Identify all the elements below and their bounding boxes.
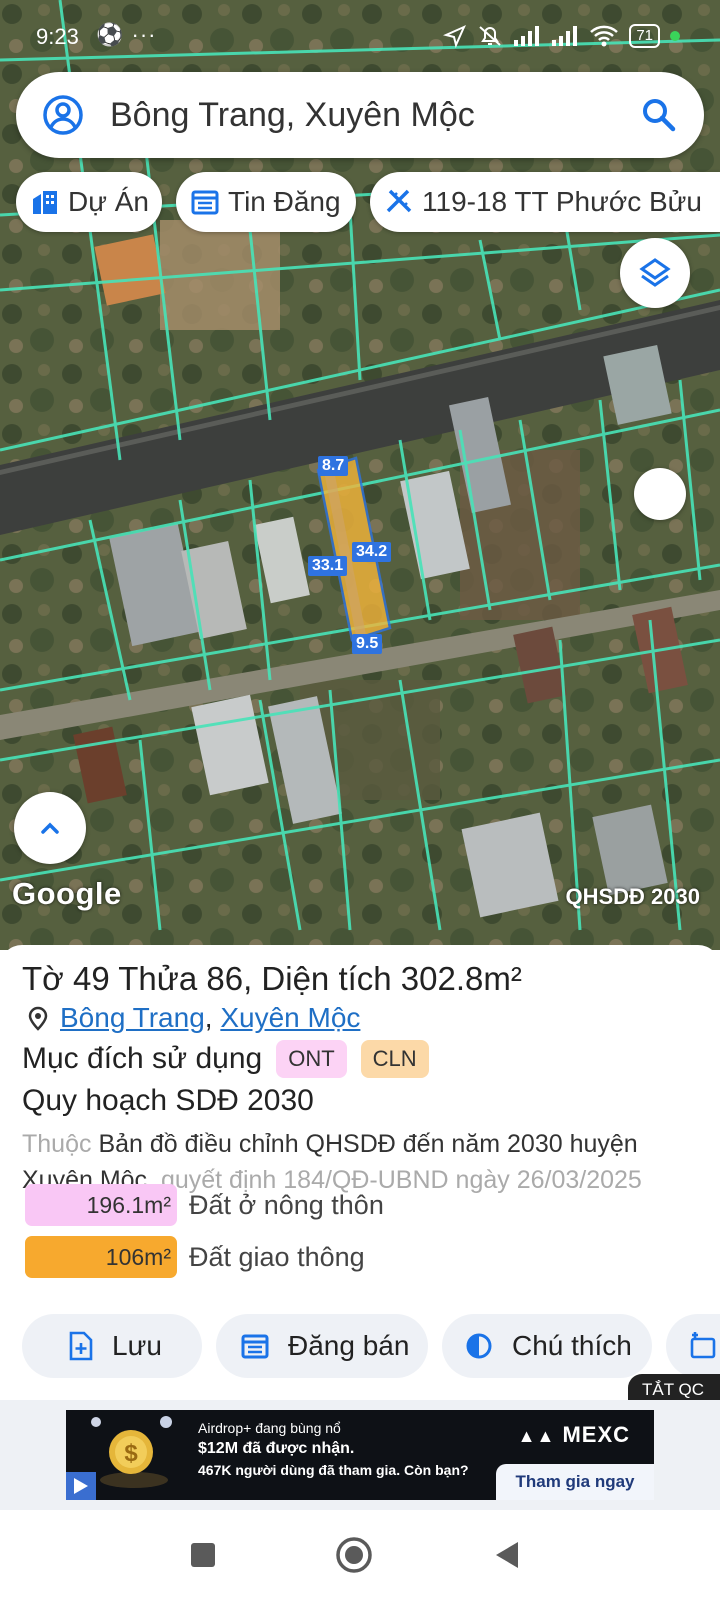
back-icon[interactable] <box>492 1539 522 1571</box>
chip-label: 119-18 TT Phước Bửu <box>422 186 702 217</box>
status-icons: 71 <box>443 24 680 48</box>
chip-quy-hoach[interactable]: 119-18 TT Phước Bửu <box>370 172 720 232</box>
file-plus-icon <box>69 1331 93 1361</box>
location-link-district[interactable]: Xuyên Mộc <box>220 1002 360 1034</box>
svg-text:$: $ <box>124 1440 138 1467</box>
system-nav-bar <box>0 1510 720 1600</box>
chip-label: Dự Án <box>68 186 149 217</box>
recents-icon[interactable] <box>188 1540 218 1570</box>
chip-du-an[interactable]: Dự Án <box>16 172 162 232</box>
search-icon[interactable] <box>640 96 678 134</box>
save-label: Lưu <box>112 1330 162 1361</box>
privacy-indicator-icon <box>670 31 680 41</box>
area-value: 196.1m² <box>25 1184 177 1226</box>
area-row-ont: 196.1m² Đất ở nông thôn <box>25 1184 384 1226</box>
ad-banner[interactable]: $ Airdrop+ đang bùng nổ $12M đã được nhậ… <box>66 1410 654 1500</box>
chevron-up-icon <box>41 822 59 834</box>
post-sale-label: Đăng bán <box>288 1330 410 1361</box>
ad-subline: 467K người dùng đã tham gia. Còn bạn? <box>198 1462 469 1478</box>
chip-label: Tin Đăng <box>228 186 341 217</box>
search-query[interactable]: Bông Trang, Xuyên Mộc <box>110 96 475 135</box>
wifi-icon <box>590 25 619 47</box>
layers-button[interactable] <box>620 238 690 308</box>
location-button[interactable] <box>634 468 686 520</box>
location-arrow-icon <box>443 25 467 48</box>
signal-icon <box>514 26 540 46</box>
map-view[interactable]: 8.7 33.1 34.2 9.5 9:23 ⚽ ··· 71 Bông Tra… <box>0 0 720 950</box>
building-icon <box>33 191 57 214</box>
land-purpose-row: Mục đích sử dụng ONT CLN <box>22 1040 429 1078</box>
ad-amount: $12M đã được nhận. <box>198 1440 355 1457</box>
plan-title: Quy hoạch SDĐ 2030 <box>22 1084 314 1117</box>
parcel-location: Bông Trang , Xuyên Mộc <box>22 1002 360 1034</box>
status-time: 9:23 <box>36 24 79 49</box>
area-label: Đất ở nông thôn <box>189 1189 384 1220</box>
area-row-giao-thong: 106m² Đất giao thông <box>25 1236 365 1278</box>
expand-sheet-button[interactable] <box>14 792 86 864</box>
calendar-list-icon <box>241 1334 269 1359</box>
purpose-label: Mục đích sử dụng <box>22 1042 263 1075</box>
ad-brand-logo: ▲▲ MEXC <box>518 1422 630 1448</box>
add-photo-icon <box>690 1332 716 1359</box>
coin-graphic: $ <box>66 1416 172 1500</box>
contrast-icon <box>466 1333 492 1359</box>
dimension-right-label: 34.2 <box>352 542 392 562</box>
dimension-top-label: 8.7 <box>318 456 349 476</box>
legend-label: Chú thích <box>512 1330 632 1361</box>
purpose-tag-ont: ONT <box>276 1040 347 1078</box>
layers-icon <box>639 258 671 287</box>
save-button[interactable]: Lưu <box>22 1314 202 1378</box>
location-separator: , <box>204 1002 221 1033</box>
purpose-tag-cln: CLN <box>360 1040 429 1078</box>
ad-headline: Airdrop+ đang bùng nổ <box>198 1420 341 1436</box>
area-value: 106m² <box>25 1236 177 1278</box>
battery-level: 71 <box>629 24 660 48</box>
location-link-commune[interactable]: Bông Trang <box>60 1002 205 1034</box>
legend-button[interactable]: Chú thích <box>442 1314 652 1378</box>
post-sale-button[interactable]: Đăng bán <box>216 1314 428 1378</box>
ad-cta-button[interactable]: Tham gia ngay <box>496 1464 654 1500</box>
mexc-logo-icon: ▲▲ <box>517 1426 556 1446</box>
account-icon[interactable] <box>42 94 84 136</box>
map-layer-label: QHSDĐ 2030 <box>565 884 700 909</box>
status-bar: 9:23 ⚽ ··· 71 <box>0 0 720 72</box>
signal-icon <box>552 26 578 46</box>
plan-prefix: Thuộc <box>22 1130 92 1158</box>
location-pin-icon <box>28 1006 48 1031</box>
area-label: Đất giao thông <box>189 1241 365 1272</box>
search-bar[interactable]: Bông Trang, Xuyên Mộc <box>16 72 704 158</box>
ad-brand-name: MEXC <box>562 1422 630 1447</box>
google-logo: Google <box>12 876 122 911</box>
calendar-list-icon <box>191 190 219 215</box>
home-icon[interactable] <box>334 1535 374 1575</box>
mute-icon <box>479 26 501 46</box>
dimension-bottom-label: 9.5 <box>352 634 383 654</box>
parcel-title: Tờ 49 Thửa 86, Diện tích 302.8m² <box>22 960 522 997</box>
chip-tin-dang[interactable]: Tin Đăng <box>176 172 356 232</box>
ruler-pencil-icon <box>386 189 412 213</box>
status-notification-icons: ⚽ ··· <box>96 22 157 47</box>
dimension-left-label: 33.1 <box>308 556 348 576</box>
